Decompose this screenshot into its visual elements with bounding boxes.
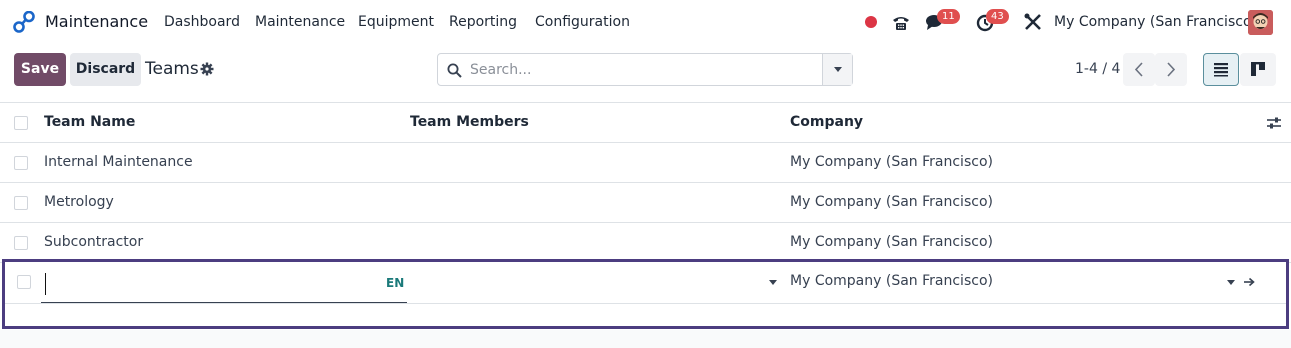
optional-columns-icon[interactable] xyxy=(1266,115,1282,131)
messages-count-badge: 11 xyxy=(937,9,960,24)
kanban-view-button[interactable] xyxy=(1240,53,1276,86)
nav-maintenance[interactable]: Maintenance xyxy=(255,14,345,30)
row-checkbox[interactable] xyxy=(14,236,28,250)
list-view-button[interactable] xyxy=(1203,53,1239,86)
new-record-row[interactable]: EN My Company (San Francisco) xyxy=(2,259,1289,329)
team-name-cell[interactable]: Metrology xyxy=(44,194,114,210)
team-name-cell[interactable]: Subcontractor xyxy=(44,234,143,250)
page-title: Teams xyxy=(145,59,199,79)
discard-button[interactable]: Discard xyxy=(70,53,141,86)
table-row[interactable]: Subcontractor My Company (San Francisco) xyxy=(0,223,1291,263)
nav-dashboard[interactable]: Dashboard xyxy=(164,14,240,30)
tools-icon[interactable] xyxy=(1023,12,1043,32)
team-name-input[interactable] xyxy=(45,273,365,295)
company-switcher[interactable]: My Company (San Francisco) xyxy=(1054,14,1257,30)
table-row[interactable]: Internal Maintenance My Company (San Fra… xyxy=(0,143,1291,183)
kanban-view-icon xyxy=(1251,62,1265,76)
team-name-field: EN xyxy=(41,265,407,303)
search-bar xyxy=(437,53,853,86)
row-separator xyxy=(5,303,1286,304)
top-navbar: Maintenance Dashboard Maintenance Equipm… xyxy=(0,0,1291,44)
row-checkbox[interactable] xyxy=(17,275,31,289)
row-checkbox[interactable] xyxy=(14,196,28,210)
nav-equipment[interactable]: Equipment xyxy=(358,14,434,30)
nav-reporting[interactable]: Reporting xyxy=(449,14,517,30)
status-dot[interactable] xyxy=(865,16,877,28)
chevron-down-icon xyxy=(834,67,842,72)
company-cell[interactable]: My Company (San Francisco) xyxy=(790,234,993,250)
activities-count-badge: 43 xyxy=(986,9,1009,24)
phone-icon[interactable] xyxy=(891,12,911,32)
chevron-right-icon xyxy=(1167,62,1176,77)
app-name[interactable]: Maintenance xyxy=(45,12,148,31)
search-icon xyxy=(447,63,462,78)
row-checkbox[interactable] xyxy=(14,156,28,170)
nav-configuration[interactable]: Configuration xyxy=(535,14,630,30)
list-footer-area xyxy=(0,330,1291,348)
odoo-logo-icon[interactable] xyxy=(12,11,36,33)
select-all-checkbox[interactable] xyxy=(14,116,28,130)
chevron-left-icon xyxy=(1134,62,1143,77)
user-avatar-icon[interactable] xyxy=(1248,10,1273,35)
company-dropdown-icon[interactable] xyxy=(1227,280,1235,285)
company-cell[interactable]: My Company (San Francisco) xyxy=(790,194,993,210)
translate-button[interactable]: EN xyxy=(386,276,404,290)
list-view-icon xyxy=(1214,63,1228,77)
company-field[interactable]: My Company (San Francisco) xyxy=(790,273,993,289)
pager-next-button[interactable] xyxy=(1155,53,1187,86)
team-members-dropdown-icon[interactable] xyxy=(769,280,777,285)
company-cell[interactable]: My Company (San Francisco) xyxy=(790,154,993,170)
table-header-row: Team Name Team Members Company xyxy=(0,103,1291,143)
save-button[interactable]: Save xyxy=(14,53,66,86)
internal-link-arrow-icon[interactable] xyxy=(1243,276,1255,288)
column-header-company[interactable]: Company xyxy=(790,114,863,130)
column-header-team-name[interactable]: Team Name xyxy=(44,114,135,130)
table-row[interactable]: Metrology My Company (San Francisco) xyxy=(0,183,1291,223)
gear-icon[interactable] xyxy=(200,62,214,76)
team-name-cell[interactable]: Internal Maintenance xyxy=(44,154,193,170)
column-header-team-members[interactable]: Team Members xyxy=(410,114,529,130)
pager-previous-button[interactable] xyxy=(1123,53,1155,86)
pager-value[interactable]: 1-4 / 4 xyxy=(1075,61,1120,77)
search-options-toggle[interactable] xyxy=(822,54,852,85)
teams-list: Team Name Team Members Company Internal … xyxy=(0,102,1291,263)
search-input[interactable] xyxy=(470,60,820,80)
